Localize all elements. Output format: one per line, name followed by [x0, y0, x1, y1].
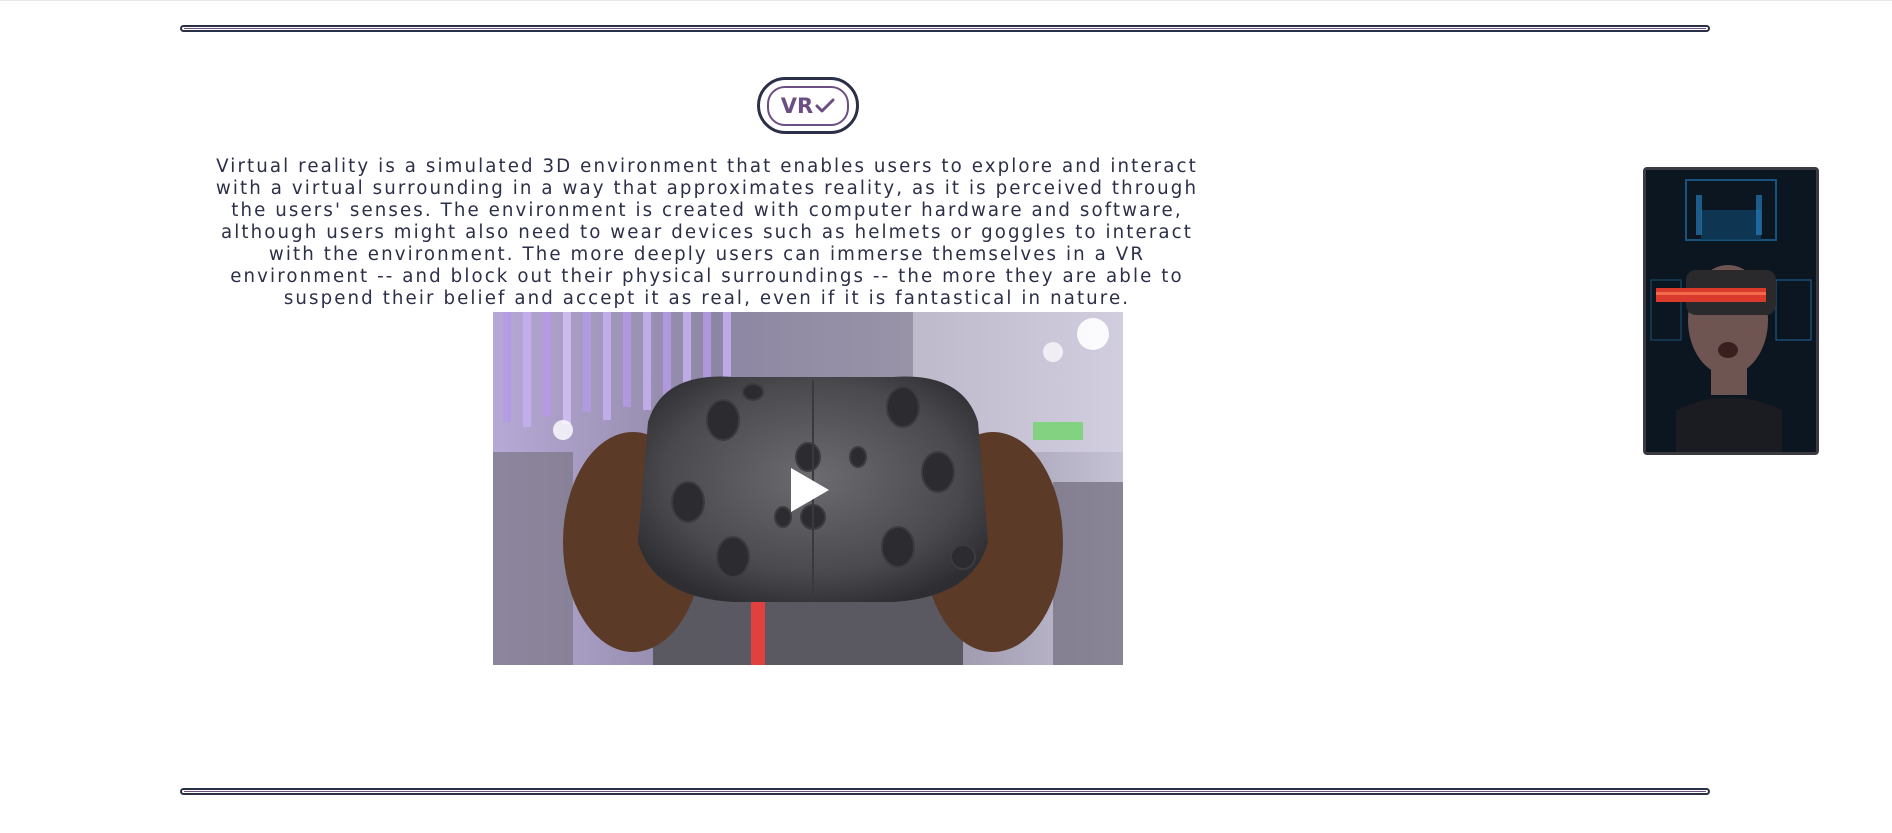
- vr-logo-badge: VR: [767, 85, 849, 126]
- vr-person-image: [1643, 167, 1819, 455]
- play-icon[interactable]: [787, 465, 833, 515]
- top-border: [0, 0, 1892, 1]
- vr-person-illustration: [1646, 170, 1816, 452]
- page: VR Virtual reality is a simulated 3D env…: [0, 0, 1892, 833]
- intro-paragraph: Virtual reality is a simulated 3D enviro…: [215, 156, 1199, 309]
- vr-logo[interactable]: VR: [757, 77, 859, 134]
- top-divider: [180, 25, 1710, 32]
- bottom-divider: [180, 788, 1710, 795]
- vr-logo-text: VR: [780, 93, 814, 118]
- check-icon: [815, 98, 835, 112]
